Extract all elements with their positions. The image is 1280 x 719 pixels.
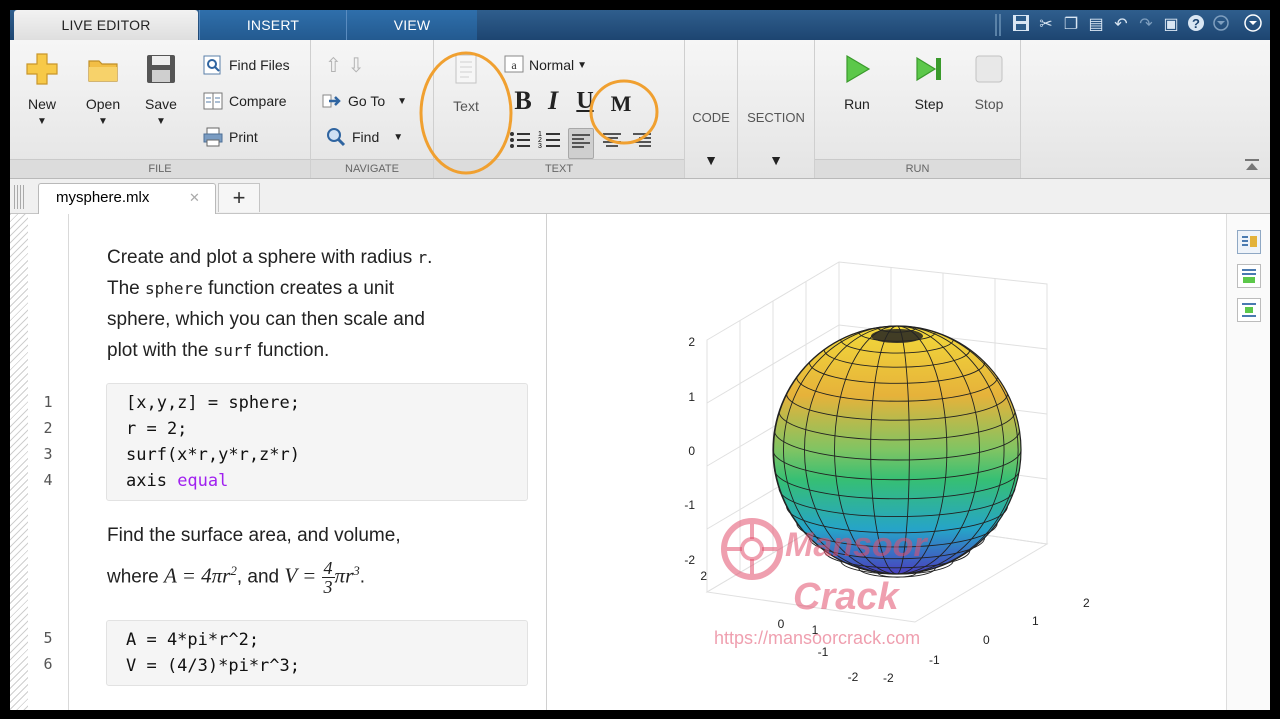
line-number: 1 bbox=[43, 393, 53, 411]
volume-formula: V = bbox=[284, 563, 317, 588]
window-icon[interactable]: ▣ bbox=[1160, 14, 1182, 36]
y-tick-label: 0 bbox=[983, 633, 990, 647]
copy-icon[interactable]: ❐ bbox=[1060, 14, 1082, 36]
z-tick-label: -1 bbox=[684, 498, 695, 512]
view-mode-sidebar bbox=[1226, 214, 1270, 710]
code-line[interactable]: surf(x*r,y*r,z*r) bbox=[107, 442, 527, 468]
live-script-editor[interactable]: Create and plot a sphere with radius r. … bbox=[70, 214, 547, 710]
z-tick-label: 2 bbox=[688, 335, 695, 349]
save-icon[interactable] bbox=[1010, 14, 1032, 36]
highlight-annotations bbox=[419, 51, 659, 175]
line-number: 2 bbox=[43, 419, 53, 437]
z-tick-label: 0 bbox=[688, 444, 695, 458]
code-line[interactable]: V = (4/3)*pi*r^3; bbox=[107, 653, 527, 679]
tab-mysphere[interactable]: mysphere.mlx ✕ bbox=[38, 183, 216, 214]
editor-gutter bbox=[10, 214, 28, 710]
line-number: 6 bbox=[43, 655, 53, 673]
watermark-url: https://mansoorcrack.com bbox=[714, 628, 921, 648]
x-tick-label: 2 bbox=[700, 569, 707, 583]
y-tick-label: -2 bbox=[883, 671, 894, 685]
code-line[interactable]: A = 4*pi*r^2; bbox=[107, 627, 527, 653]
tab-insert[interactable]: INSERT bbox=[199, 10, 346, 40]
undo-icon[interactable]: ↶ bbox=[1110, 14, 1132, 36]
output-pane: 2 1 0 -1 -2 2 0 -1 -2 2 1 0 -1 -2 1 Mansoor Crack http… bbox=[547, 214, 1225, 710]
matlab-live-editor-window: LIVE EDITOR INSERT VIEW ✂ ❐ ▤ ↶ ↷ ▣ ? Ne… bbox=[10, 10, 1270, 710]
formula-text[interactable]: Find the surface area, and volume, where… bbox=[107, 520, 527, 596]
line-number: 3 bbox=[43, 445, 53, 463]
y-tick-label: -1 bbox=[929, 653, 940, 667]
watermark-subtitle: Crack bbox=[793, 576, 899, 618]
fraction: 43 bbox=[321, 557, 335, 597]
minimize-icon[interactable] bbox=[1210, 14, 1232, 36]
intro-text[interactable]: Create and plot a sphere with radius r. … bbox=[107, 242, 527, 366]
y-tick-label: 1 bbox=[1032, 614, 1039, 628]
sphere-pole bbox=[871, 329, 923, 343]
z-tick-label: -2 bbox=[684, 553, 695, 567]
output-right-icon[interactable] bbox=[1237, 230, 1261, 254]
keyword-equal: equal bbox=[177, 471, 229, 491]
quick-access-toolbar: ✂ ❐ ▤ ↶ ↷ ▣ ? bbox=[995, 13, 1264, 37]
options-icon[interactable] bbox=[1242, 14, 1264, 36]
ribbon-tab-bar: LIVE EDITOR INSERT VIEW ✂ ❐ ▤ ↶ ↷ ▣ ? bbox=[10, 10, 1270, 40]
x-tick-label: -2 bbox=[848, 670, 859, 684]
tab-live-editor[interactable]: LIVE EDITOR bbox=[14, 10, 198, 40]
line-number: 5 bbox=[43, 629, 53, 647]
redo-icon[interactable]: ↷ bbox=[1135, 14, 1157, 36]
watermark-logo bbox=[721, 518, 783, 580]
paste-icon[interactable]: ▤ bbox=[1085, 14, 1107, 36]
code-line[interactable]: r = 2; bbox=[107, 416, 527, 442]
code-block-2[interactable]: A = 4*pi*r^2; V = (4/3)*pi*r^3; bbox=[106, 620, 528, 686]
z-tick-label: 1 bbox=[688, 390, 695, 404]
code-line[interactable]: [x,y,z] = sphere; bbox=[107, 390, 527, 416]
tab-filename: mysphere.mlx bbox=[56, 189, 150, 206]
y-tick-label: 2 bbox=[1083, 596, 1090, 610]
ribbon-toolstrip: New ▼ Open ▼ Save ▼ Find Files Compare P… bbox=[10, 40, 1270, 179]
watermark-title: Mansoor bbox=[785, 526, 927, 564]
hide-code-icon[interactable] bbox=[1237, 298, 1261, 322]
line-number-column: 1 2 3 4 5 6 bbox=[28, 214, 69, 710]
close-icon[interactable]: ✕ bbox=[189, 184, 200, 212]
svg-text:?: ? bbox=[1192, 16, 1200, 31]
code-block-1[interactable]: [x,y,z] = sphere; r = 2; surf(x*r,y*r,z*… bbox=[106, 383, 528, 501]
add-tab-button[interactable]: + bbox=[218, 183, 260, 212]
line-number: 4 bbox=[43, 471, 53, 489]
output-inline-icon[interactable] bbox=[1237, 264, 1261, 288]
help-icon[interactable]: ? bbox=[1185, 14, 1207, 36]
tab-view[interactable]: VIEW bbox=[346, 10, 477, 40]
area-formula: A = 4πr bbox=[164, 563, 231, 588]
toolbar-grip bbox=[995, 14, 1003, 36]
tab-strip-grip bbox=[14, 185, 24, 209]
code-line[interactable]: axis equal bbox=[107, 468, 527, 494]
document-tab-strip: mysphere.mlx ✕ + bbox=[10, 179, 1270, 214]
cut-icon[interactable]: ✂ bbox=[1035, 14, 1057, 36]
